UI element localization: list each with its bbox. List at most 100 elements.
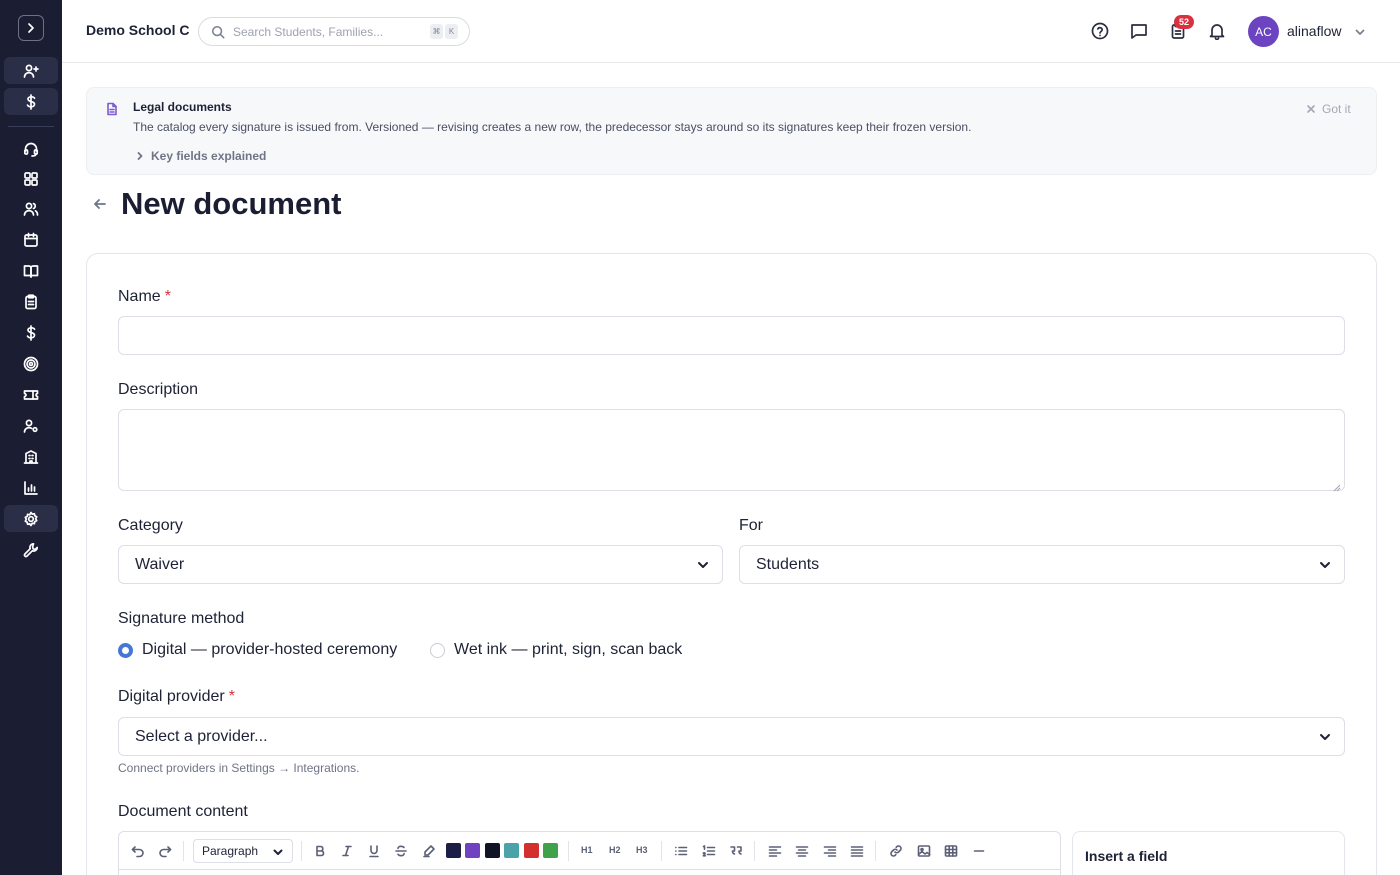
underline-button[interactable] xyxy=(366,843,382,859)
for-label: For xyxy=(739,517,763,534)
color-swatch-purple[interactable] xyxy=(465,843,480,858)
search-input[interactable]: Search Students, Families... xyxy=(233,25,383,39)
signature-method-wet-ink[interactable]: Wet ink — print, sign, scan back xyxy=(430,641,682,659)
help-button[interactable] xyxy=(1090,21,1110,41)
banner-title: Legal documents xyxy=(133,100,232,114)
back-button[interactable] xyxy=(92,196,110,214)
sidebar-item-people[interactable] xyxy=(4,195,58,222)
global-search[interactable]: Search Students, Families... ⌘ K xyxy=(198,17,470,46)
numbered-list-button[interactable] xyxy=(701,843,717,859)
users-icon xyxy=(23,202,39,216)
bold-button[interactable] xyxy=(312,843,328,859)
shortcut-key-k: K xyxy=(445,24,458,39)
chart-icon xyxy=(24,480,38,495)
highlight-button[interactable] xyxy=(421,843,437,859)
sidebar-expand-button[interactable] xyxy=(18,15,44,41)
redo-button[interactable] xyxy=(157,843,173,859)
dashboard-icon xyxy=(24,171,38,186)
align-center-button[interactable] xyxy=(794,843,810,859)
user-settings-icon xyxy=(23,419,38,433)
chevron-right-icon xyxy=(28,23,34,33)
signature-method-digital[interactable]: Digital — provider-hosted ceremony xyxy=(118,641,397,659)
key-fields-toggle[interactable]: Key fields explained xyxy=(135,149,266,163)
blockquote-button[interactable] xyxy=(728,843,744,859)
heading-3-button[interactable]: H3 xyxy=(636,845,648,855)
color-swatch-navy[interactable] xyxy=(446,843,461,858)
sidebar-item-dashboard[interactable] xyxy=(4,165,58,192)
align-right-button[interactable] xyxy=(822,843,838,859)
digital-provider-placeholder: Select a provider... xyxy=(135,727,268,745)
sidebar-item-staff[interactable] xyxy=(4,412,58,439)
toolbar-divider xyxy=(875,841,876,861)
help-icon xyxy=(1091,22,1109,40)
dismiss-banner-button[interactable]: Got it xyxy=(1306,102,1351,116)
color-swatch-black[interactable] xyxy=(485,843,500,858)
sidebar-item-payments[interactable] xyxy=(4,88,58,115)
chevron-down-icon xyxy=(272,846,284,858)
sidebar-item-support[interactable] xyxy=(4,135,58,162)
headset-icon xyxy=(23,142,39,157)
bullet-list-icon xyxy=(675,846,688,856)
close-icon xyxy=(1307,105,1315,113)
italic-button[interactable] xyxy=(339,843,355,859)
messages-button[interactable] xyxy=(1129,21,1149,41)
bullet-list-button[interactable] xyxy=(673,843,689,859)
avatar[interactable]: AC xyxy=(1248,16,1279,47)
link-button[interactable] xyxy=(888,843,904,859)
sidebar-item-tools[interactable] xyxy=(4,536,58,563)
signature-method-label: Signature method xyxy=(118,610,245,627)
toolbar-divider xyxy=(661,841,662,861)
dollar-icon xyxy=(26,93,36,110)
image-button[interactable] xyxy=(916,843,932,859)
required-mark: * xyxy=(164,288,171,305)
sidebar-item-tasks[interactable] xyxy=(4,288,58,315)
user-name[interactable]: alinaflow xyxy=(1287,23,1341,39)
sidebar-item-goals[interactable] xyxy=(4,350,58,377)
radio-unchecked[interactable] xyxy=(430,642,445,658)
document-content-editor[interactable]: Paragraph H1 H2 H3 xyxy=(118,831,1061,875)
align-justify-button[interactable] xyxy=(849,843,865,859)
signature-method-wet-ink-label: Wet ink — print, sign, scan back xyxy=(454,641,683,658)
redo-icon xyxy=(159,846,172,858)
category-label: Category xyxy=(118,517,183,534)
resize-handle[interactable] xyxy=(1333,479,1341,492)
sidebar-item-calendar[interactable] xyxy=(4,226,58,253)
for-select[interactable]: Students xyxy=(739,545,1345,584)
horizontal-rule-button[interactable] xyxy=(971,843,987,859)
sidebar-item-reports[interactable] xyxy=(4,474,58,501)
category-select[interactable]: Waiver xyxy=(118,545,723,584)
radio-checked[interactable] xyxy=(118,642,133,658)
link-icon xyxy=(890,845,902,857)
table-button[interactable] xyxy=(943,843,959,859)
color-swatch-teal[interactable] xyxy=(504,843,519,858)
align-left-icon xyxy=(768,846,782,857)
block-type-value: Paragraph xyxy=(202,844,259,858)
sidebar-item-courses[interactable] xyxy=(4,257,58,284)
info-banner: Legal documents The catalog every signat… xyxy=(86,87,1377,175)
sidebar-item-settings[interactable] xyxy=(4,505,58,532)
name-label-text: Name xyxy=(118,288,161,305)
sidebar-item-events[interactable] xyxy=(4,381,58,408)
book-icon xyxy=(23,264,39,278)
block-type-select[interactable]: Paragraph xyxy=(193,839,293,863)
color-swatch-green[interactable] xyxy=(543,843,558,858)
required-mark: * xyxy=(228,688,235,705)
heading-2-button[interactable]: H2 xyxy=(609,845,621,855)
toolbar-divider xyxy=(754,841,755,861)
align-left-button[interactable] xyxy=(767,843,783,859)
description-textarea[interactable] xyxy=(118,409,1345,492)
ticket-icon xyxy=(23,389,39,400)
color-swatch-red[interactable] xyxy=(524,843,539,858)
sidebar-item-billing[interactable] xyxy=(4,319,58,346)
digital-provider-select[interactable]: Select a provider... xyxy=(118,717,1345,756)
heading-1-button[interactable]: H1 xyxy=(581,845,593,855)
sidebar-item-admissions[interactable] xyxy=(4,57,58,84)
sidebar-item-facilities[interactable] xyxy=(4,443,58,470)
description-label: Description xyxy=(118,381,199,398)
undo-button[interactable] xyxy=(130,843,146,859)
strikethrough-button[interactable] xyxy=(393,843,409,859)
name-input[interactable] xyxy=(118,316,1345,355)
toolbar-divider xyxy=(301,841,302,861)
notifications-button[interactable] xyxy=(1207,21,1227,41)
user-menu-toggle[interactable] xyxy=(1354,25,1368,39)
